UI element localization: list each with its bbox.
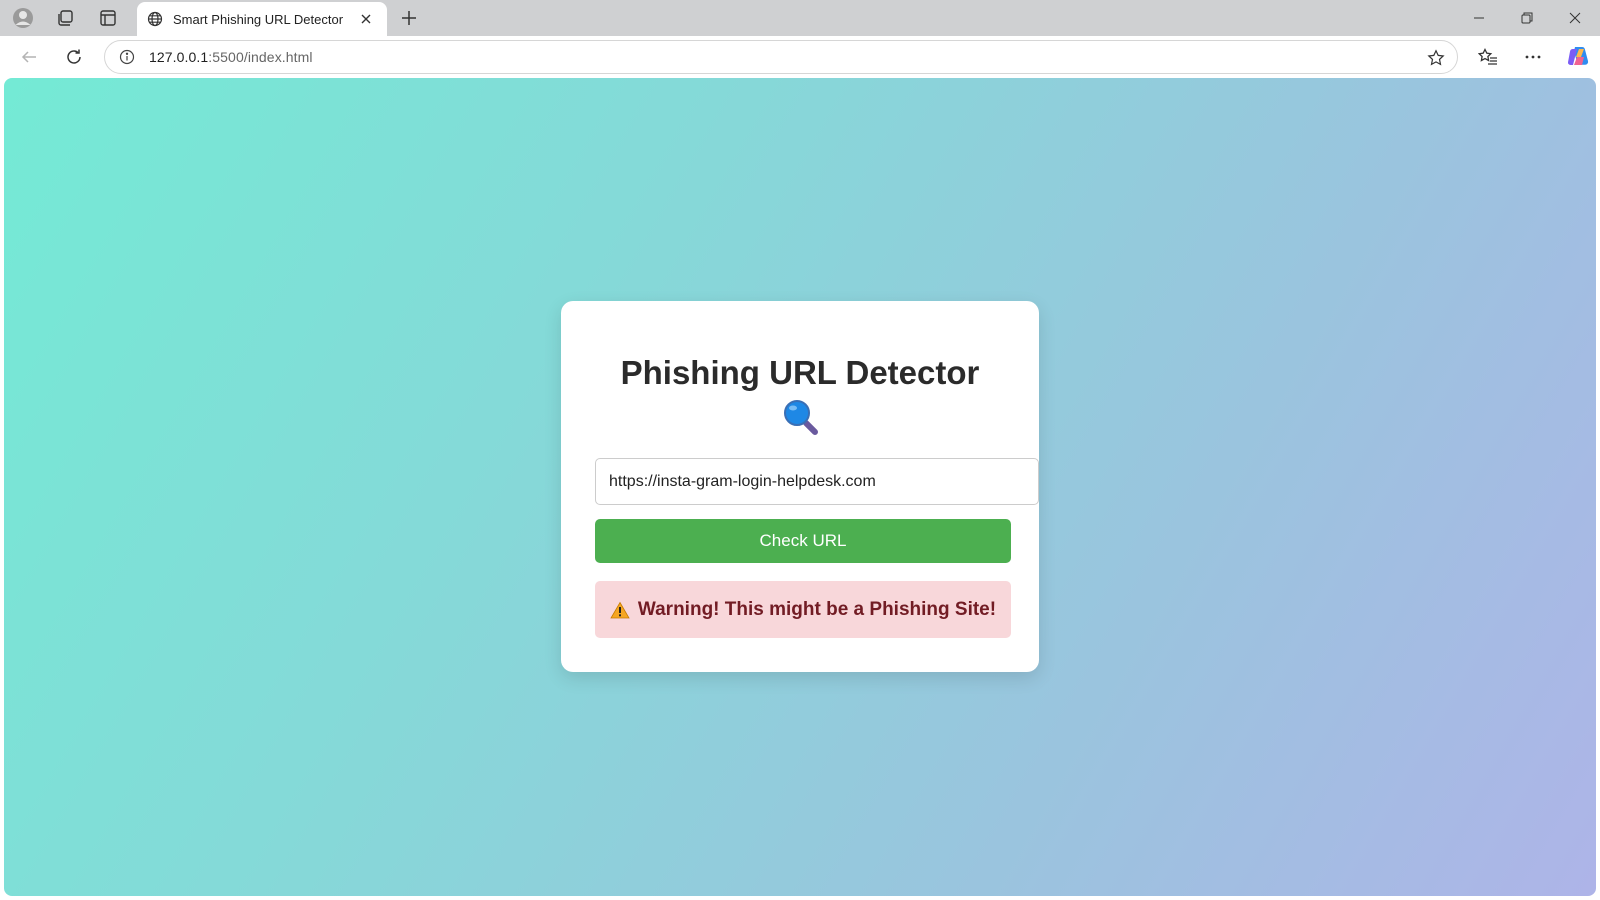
favorite-star-icon[interactable] (1425, 47, 1447, 69)
browser-tab-strip: Smart Phishing URL Detector (0, 0, 1600, 36)
active-tab[interactable]: Smart Phishing URL Detector (137, 2, 387, 36)
more-options-icon[interactable] (1517, 42, 1549, 72)
globe-icon (147, 11, 163, 27)
copilot-icon[interactable] (1562, 42, 1594, 72)
tab-actions-icon[interactable] (93, 4, 123, 32)
page-viewport: Phishing URL Detector Check URL Warning!… (4, 78, 1596, 896)
new-tab-icon[interactable] (394, 4, 424, 32)
url-host: 127.0.0.1 (149, 49, 209, 65)
close-window-icon[interactable] (1552, 0, 1598, 36)
browser-toolbar: 127.0.0.1:5500/index.html (0, 36, 1600, 78)
result-alert: Warning! This might be a Phishing Site! (595, 581, 1011, 638)
profile-icon[interactable] (8, 4, 38, 32)
refresh-icon[interactable] (58, 42, 90, 72)
check-url-button[interactable]: Check URL (595, 519, 1011, 563)
warning-icon (610, 601, 630, 618)
minimize-icon[interactable] (1456, 0, 1502, 36)
address-url: 127.0.0.1:5500/index.html (149, 49, 313, 65)
collections-icon[interactable] (50, 4, 80, 32)
site-info-icon[interactable] (119, 49, 135, 65)
url-path: :5500/index.html (208, 49, 313, 65)
page-title: Phishing URL Detector (620, 354, 980, 391)
url-input[interactable] (595, 458, 1039, 505)
address-bar[interactable]: 127.0.0.1:5500/index.html (104, 40, 1458, 74)
favorites-icon[interactable] (1472, 42, 1504, 72)
tab-title: Smart Phishing URL Detector (173, 11, 344, 27)
magnifying-glass-icon (784, 400, 818, 435)
close-tab-icon[interactable] (355, 8, 377, 30)
detector-card: Phishing URL Detector Check URL Warning!… (561, 301, 1039, 672)
result-text: Warning! This might be a Phishing Site! (637, 598, 997, 620)
back-icon[interactable] (13, 42, 45, 72)
restore-icon[interactable] (1504, 0, 1550, 36)
